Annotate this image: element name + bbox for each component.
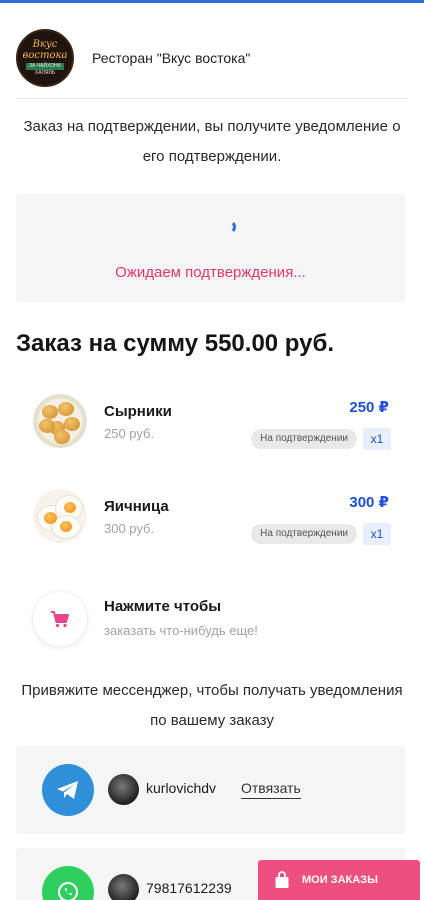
my-orders-label: МОИ ЗАКАЗЫ bbox=[302, 874, 378, 886]
my-orders-button[interactable]: МОИ ЗАКАЗЫ bbox=[258, 860, 420, 900]
waiting-text: Ожидаем подтверждения... bbox=[115, 264, 306, 281]
order-more-subtitle: заказать что-нибудь еще! bbox=[104, 623, 258, 638]
logo-text-4: ХАЛЯЛЬ bbox=[34, 70, 56, 76]
item-status-badge: На подтверждении bbox=[251, 429, 357, 449]
logo-text-2: востока bbox=[22, 50, 68, 61]
telegram-icon bbox=[42, 764, 94, 816]
logo-text-3: ЗА ЧАЙХОНА bbox=[25, 63, 64, 70]
order-more-button[interactable]: Нажмите чтобы заказать что-нибудь еще! bbox=[33, 592, 391, 648]
order-more-title: Нажмите чтобы bbox=[104, 598, 222, 615]
item-status-badge: На подтверждении bbox=[251, 524, 357, 544]
restaurant-name: Ресторан "Вкус востока" bbox=[92, 50, 251, 66]
order-total-title: Заказ на сумму 550.00 руб. bbox=[16, 330, 334, 357]
item-unit-price: 300 руб. bbox=[104, 521, 155, 536]
item-name: Яичница bbox=[104, 498, 169, 515]
logo-text-1: Вкус bbox=[32, 39, 58, 50]
header-divider bbox=[16, 98, 408, 99]
top-accent-line bbox=[0, 0, 424, 3]
unlink-button[interactable]: Отвязать bbox=[241, 780, 301, 799]
telegram-username: kurlovichdv bbox=[146, 780, 217, 796]
waiting-box: Ожидаем подтверждения... bbox=[16, 194, 405, 302]
user-avatar bbox=[108, 774, 139, 805]
order-item[interactable]: Сырники 250 руб. 250 ₽ На подтверждении … bbox=[33, 394, 391, 450]
telegram-account-card: kurlovichdv Отвязать bbox=[16, 746, 405, 834]
messenger-bind-prompt: Привяжите мессенджер, чтобы получать уве… bbox=[21, 682, 403, 729]
item-price: 250 ₽ bbox=[349, 399, 389, 416]
restaurant-header: Вкус востока ЗА ЧАЙХОНА ХАЛЯЛЬ Ресторан … bbox=[16, 22, 408, 94]
loading-spinner-icon bbox=[222, 220, 236, 234]
item-quantity: x1 bbox=[363, 523, 391, 545]
item-quantity: x1 bbox=[363, 428, 391, 450]
item-unit-price: 250 руб. bbox=[104, 426, 155, 441]
syrniki-image bbox=[33, 394, 87, 448]
fried-eggs-image bbox=[33, 489, 87, 543]
order-item[interactable]: Яичница 300 руб. 300 ₽ На подтверждении … bbox=[33, 489, 391, 545]
item-name: Сырники bbox=[104, 403, 172, 420]
whatsapp-number: 79817612239 bbox=[146, 880, 232, 896]
user-avatar bbox=[108, 874, 139, 900]
cart-icon bbox=[33, 592, 87, 646]
whatsapp-icon bbox=[42, 866, 94, 900]
order-status-notice: Заказ на подтверждении, вы получите увед… bbox=[23, 118, 401, 165]
item-price: 300 ₽ bbox=[349, 494, 389, 511]
restaurant-logo: Вкус востока ЗА ЧАЙХОНА ХАЛЯЛЬ bbox=[16, 29, 74, 87]
shopping-bag-icon bbox=[275, 871, 289, 888]
